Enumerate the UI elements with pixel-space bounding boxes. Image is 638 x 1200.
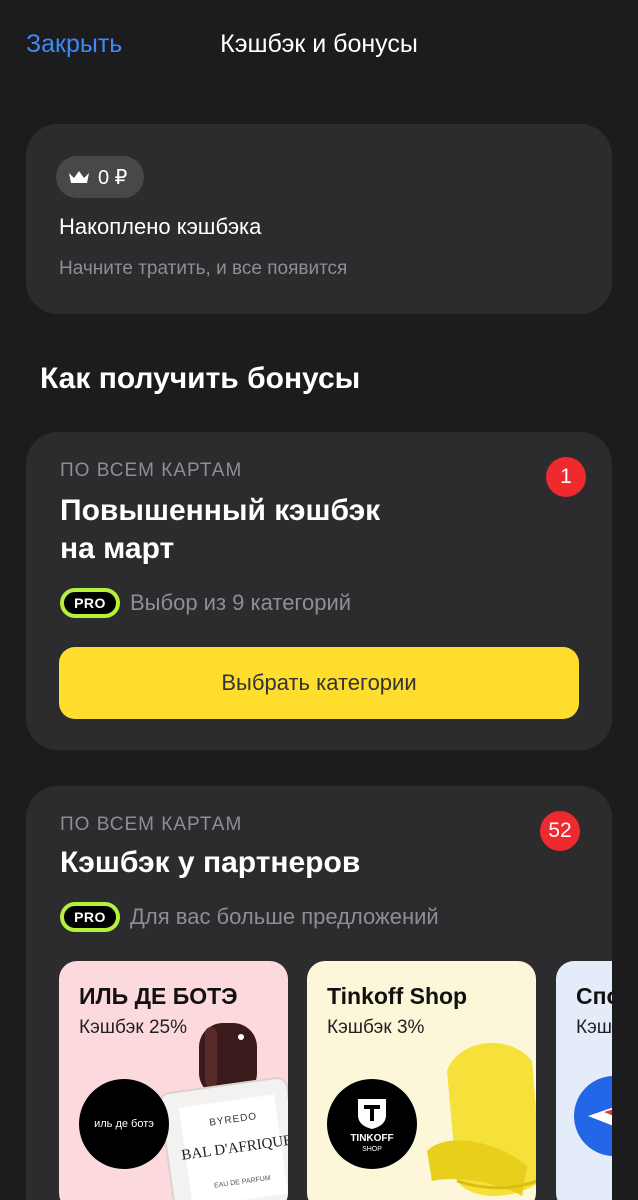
partner-tile-tinkoff-shop[interactable]: Tinkoff Shop Кэшбэк 3% TINKOFF SHOP [307,961,536,1200]
cashback-summary-card: 0 ₽ Накоплено кэшбэка Начните тратить, и… [26,124,612,314]
partner-cashback: Кэшбэк 3% [327,1017,425,1038]
pro-badge: PRO [60,588,120,618]
partner-logo: TINKOFF SHOP [327,1079,417,1169]
offer-eyebrow: ПО ВСЕМ КАРТАМ [60,460,243,481]
partner-cashback: Кэш [576,1017,612,1038]
partner-tile-sport[interactable]: Спо Кэш [556,961,612,1200]
offer-title: Повышенный кэшбэк на март [60,492,380,568]
offer-card-partner-cashback[interactable]: ПО ВСЕМ КАРТАМ 52 Кэшбэк у партнеров PRO… [26,786,612,1200]
top-bar: Закрыть Кэшбэк и бонусы [0,0,638,94]
partner-logo-text: TINKOFF [350,1133,394,1144]
pro-row: PRO Выбор из 9 категорий [60,588,351,618]
offer-title-line-1: Повышенный кэшбэк [60,494,381,527]
partner-name: ИЛЬ ДЕ БОТЭ [79,983,238,1009]
offer-card-boosted-cashback[interactable]: ПО ВСЕМ КАРТАМ 1 Повышенный кэшбэк на ма… [26,432,612,750]
partner-logo-icon [574,1076,612,1156]
crown-icon [69,171,89,183]
pro-row: PRO Для вас больше предложений [60,902,439,932]
partner-name: Tinkoff Shop [327,983,468,1009]
pro-text: Для вас больше предложений [130,904,439,929]
choose-categories-button[interactable]: Выбрать категории [59,647,579,719]
pro-badge: PRO [60,902,120,932]
summary-subtitle: Начните тратить, и все появится [59,258,348,279]
section-heading: Как получить бонусы [40,362,361,395]
offer-title: Кэшбэк у партнеров [60,846,361,879]
offer-title-line-2: на март [60,532,175,565]
partner-tile-ildebote[interactable]: ИЛЬ ДЕ БОТЭ Кэшбэк 25% иль де ботэ BYRED… [59,961,288,1200]
partner-logo-subtext: SHOP [362,1146,382,1153]
partner-logo: иль де ботэ [79,1079,169,1169]
beanie-hat-image [427,1042,536,1196]
notification-badge: 52 [540,811,580,851]
partner-name: Спо [576,983,612,1009]
pro-text: Выбор из 9 категорий [130,590,352,615]
page-title: Кэшбэк и бонусы [220,30,418,58]
notification-badge: 1 [546,457,586,497]
balance-chip: 0 ₽ [56,156,144,198]
balance-value: 0 ₽ [98,166,128,189]
offer-eyebrow: ПО ВСЕМ КАРТАМ [60,814,243,835]
summary-title: Накоплено кэшбэка [59,214,262,239]
tinkoff-emblem-icon [358,1099,386,1129]
